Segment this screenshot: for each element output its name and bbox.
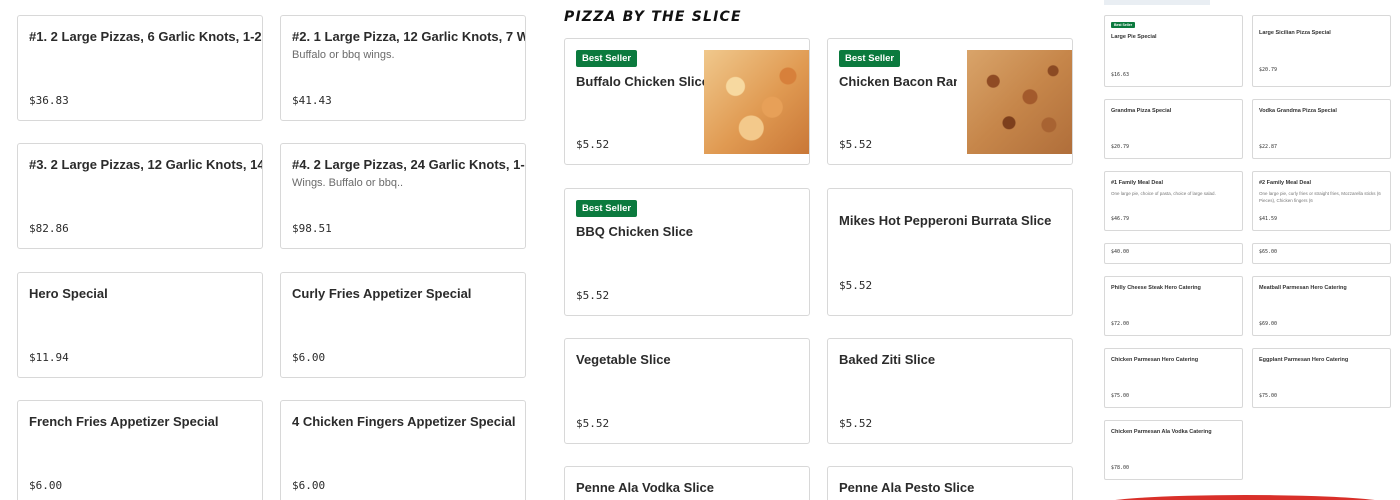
menu-item-card[interactable]: Penne Ala Pesto Slice: [827, 466, 1073, 500]
preview-item-card[interactable]: Vodka Grandma Pizza Special $22.87: [1252, 99, 1391, 159]
preview-item-name: Meatball Parmesan Hero Catering: [1259, 285, 1347, 291]
menu-item-description: Buffalo or bbq wings.: [292, 49, 395, 61]
menu-item-name: BBQ Chicken Slice: [576, 224, 694, 239]
menu-item-name: Chicken Bacon Ranch: [839, 74, 957, 89]
menu-item-card[interactable]: French Fries Appetizer Special $6.00: [17, 400, 263, 500]
preview-item-card[interactable]: $65.00: [1252, 243, 1391, 264]
menu-item-card[interactable]: Hero Special $11.94: [17, 272, 263, 378]
menu-item-name: #3. 2 Large Pizzas, 12 Garlic Knots, 14: [29, 157, 263, 172]
menu-item-name: 4 Chicken Fingers Appetizer Special: [292, 414, 516, 429]
preview-item-price: $78.00: [1111, 465, 1130, 471]
preview-item-price: $20.79: [1111, 144, 1130, 150]
preview-item-description: One large pie, curly fries or straight f…: [1259, 191, 1381, 203]
preview-item-price: $72.00: [1111, 321, 1130, 327]
preview-item-price: $40.00: [1111, 249, 1130, 255]
preview-item-name: #2 Family Meal Deal: [1259, 180, 1311, 186]
preview-item-name: Philly Cheese Steak Hero Catering: [1111, 285, 1201, 291]
preview-item-price: $65.00: [1259, 249, 1278, 255]
best-seller-badge: Best Seller: [576, 50, 638, 67]
menu-item-price: $98.51: [292, 222, 332, 235]
best-seller-badge: Best Seller: [839, 50, 901, 67]
preview-top-bar: [1104, 0, 1210, 5]
menu-item-card[interactable]: Best Seller Buffalo Chicken Slice $5.52: [564, 38, 810, 165]
preview-item-name: Large Pie Special: [1111, 34, 1157, 40]
item-photo: [704, 50, 809, 154]
section-title: PIZZA BY THE SLICE: [564, 9, 742, 25]
menu-item-name: Vegetable Slice: [576, 352, 671, 367]
menu-item-card[interactable]: #2. 1 Large Pizza, 12 Garlic Knots, 7 Wi…: [280, 15, 526, 121]
preview-item-price: $16.63: [1111, 72, 1130, 78]
menu-item-card[interactable]: 4 Chicken Fingers Appetizer Special $6.0…: [280, 400, 526, 500]
preview-item-card[interactable]: Grandma Pizza Special $20.79: [1104, 99, 1243, 159]
menu-item-description: Wings. Buffalo or bbq..: [292, 177, 404, 189]
menu-item-price: $82.86: [29, 222, 69, 235]
menu-item-card[interactable]: Baked Ziti Slice $5.52: [827, 338, 1073, 444]
menu-item-name: #1. 2 Large Pizzas, 6 Garlic Knots, 1-2 …: [29, 29, 262, 44]
preview-item-price: $75.00: [1259, 393, 1278, 399]
menu-item-price: $5.52: [839, 279, 873, 292]
menu-item-price: $41.43: [292, 94, 332, 107]
menu-item-price: $6.00: [292, 479, 326, 492]
preview-item-card[interactable]: Best Seller Large Pie Special $16.63: [1104, 15, 1243, 87]
preview-item-name: Vodka Grandma Pizza Special: [1259, 108, 1337, 114]
best-seller-badge: Best Seller: [576, 200, 638, 217]
preview-item-card[interactable]: #1 Family Meal Deal One large pie, choic…: [1104, 171, 1243, 231]
menu-item-name: Penne Ala Vodka Slice: [576, 480, 714, 495]
menu-item-price: $5.52: [576, 138, 610, 151]
preview-item-name: Eggplant Parmesan Hero Catering: [1259, 357, 1349, 363]
menu-item-card[interactable]: Best Seller BBQ Chicken Slice $5.52: [564, 188, 810, 316]
menu-item-card[interactable]: Curly Fries Appetizer Special $6.00: [280, 272, 526, 378]
menu-item-name: French Fries Appetizer Special: [29, 414, 219, 429]
menu-item-price: $6.00: [29, 479, 63, 492]
menu-item-price: $36.83: [29, 94, 69, 107]
menu-item-card[interactable]: #3. 2 Large Pizzas, 12 Garlic Knots, 14 …: [17, 143, 263, 249]
best-seller-badge: Best Seller: [1111, 22, 1136, 28]
menu-item-card[interactable]: Best Seller Chicken Bacon Ranch $5.52: [827, 38, 1073, 165]
preview-item-card[interactable]: Large Sicilian Pizza Special $20.79: [1252, 15, 1391, 87]
menu-item-card[interactable]: Mikes Hot Pepperoni Burrata Slice $5.52: [827, 188, 1073, 316]
preview-item-card[interactable]: Philly Cheese Steak Hero Catering $72.00: [1104, 276, 1243, 336]
preview-item-price: $75.00: [1111, 393, 1130, 399]
decorative-red-shape: [1095, 495, 1395, 500]
preview-item-name: Grandma Pizza Special: [1111, 108, 1172, 114]
preview-item-card[interactable]: Chicken Parmesan Ala Vodka Catering $78.…: [1104, 420, 1243, 480]
menu-item-name: Baked Ziti Slice: [839, 352, 936, 367]
menu-item-name: #2. 1 Large Pizza, 12 Garlic Knots, 7 Wi…: [292, 29, 525, 44]
menu-item-name: #4. 2 Large Pizzas, 24 Garlic Knots, 1-1…: [292, 157, 526, 172]
preview-item-card[interactable]: $40.00: [1104, 243, 1243, 264]
preview-item-name: Chicken Parmesan Hero Catering: [1111, 357, 1199, 363]
item-photo: [967, 50, 1072, 154]
menu-item-card[interactable]: Penne Ala Vodka Slice: [564, 466, 810, 500]
menu-item-card[interactable]: #1. 2 Large Pizzas, 6 Garlic Knots, 1-2 …: [17, 15, 263, 121]
preview-item-card[interactable]: Eggplant Parmesan Hero Catering $75.00: [1252, 348, 1391, 408]
preview-item-price: $20.79: [1259, 67, 1278, 73]
preview-item-price: $46.79: [1111, 216, 1130, 222]
menu-item-price: $5.52: [576, 417, 610, 430]
menu-item-card[interactable]: Vegetable Slice $5.52: [564, 338, 810, 444]
menu-item-price: $11.94: [29, 351, 69, 364]
preview-item-card[interactable]: Meatball Parmesan Hero Catering $69.00: [1252, 276, 1391, 336]
menu-item-price: $5.52: [839, 138, 873, 151]
menu-item-name: Curly Fries Appetizer Special: [292, 286, 472, 301]
preview-item-name: Large Sicilian Pizza Special: [1259, 30, 1331, 36]
menu-item-price: $6.00: [292, 351, 326, 364]
menu-item-name: Penne Ala Pesto Slice: [839, 480, 975, 495]
preview-item-price: $41.59: [1259, 216, 1278, 222]
preview-item-name: #1 Family Meal Deal: [1111, 180, 1163, 186]
menu-item-card[interactable]: #4. 2 Large Pizzas, 24 Garlic Knots, 1-1…: [280, 143, 526, 249]
preview-item-card[interactable]: #2 Family Meal Deal One large pie, curly…: [1252, 171, 1391, 231]
menu-item-price: $5.52: [839, 417, 873, 430]
menu-item-price: $5.52: [576, 289, 610, 302]
preview-item-card[interactable]: Chicken Parmesan Hero Catering $75.00: [1104, 348, 1243, 408]
menu-item-name: Buffalo Chicken Slice: [576, 74, 709, 89]
preview-item-name: Chicken Parmesan Ala Vodka Catering: [1111, 429, 1212, 435]
menu-item-name: Hero Special: [29, 286, 108, 301]
preview-item-description: One large pie, choice of pasta, choice o…: [1111, 191, 1216, 196]
preview-item-price: $69.00: [1259, 321, 1278, 327]
menu-item-name: Mikes Hot Pepperoni Burrata Slice: [839, 213, 1052, 228]
preview-item-price: $22.87: [1259, 144, 1278, 150]
